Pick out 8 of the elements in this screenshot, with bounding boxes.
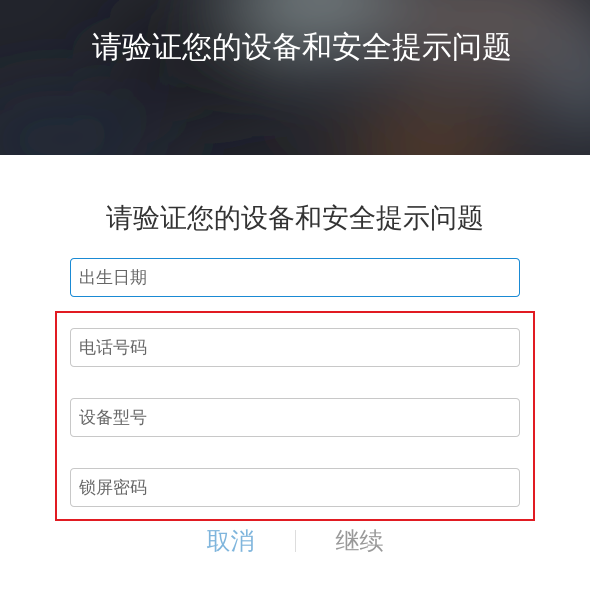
input-field[interactable]: 出生日期	[70, 258, 520, 297]
input-field[interactable]: 电话号码	[70, 328, 520, 367]
input-field[interactable]: 锁屏密码	[70, 468, 520, 507]
header-title: 请验证您的设备和安全提示问题	[92, 29, 512, 67]
continue-button[interactable]: 继续	[332, 523, 388, 559]
form-title: 请验证您的设备和安全提示问题	[106, 202, 484, 236]
cancel-button[interactable]: 取消	[202, 523, 258, 559]
input-field[interactable]: 设备型号	[70, 398, 520, 437]
